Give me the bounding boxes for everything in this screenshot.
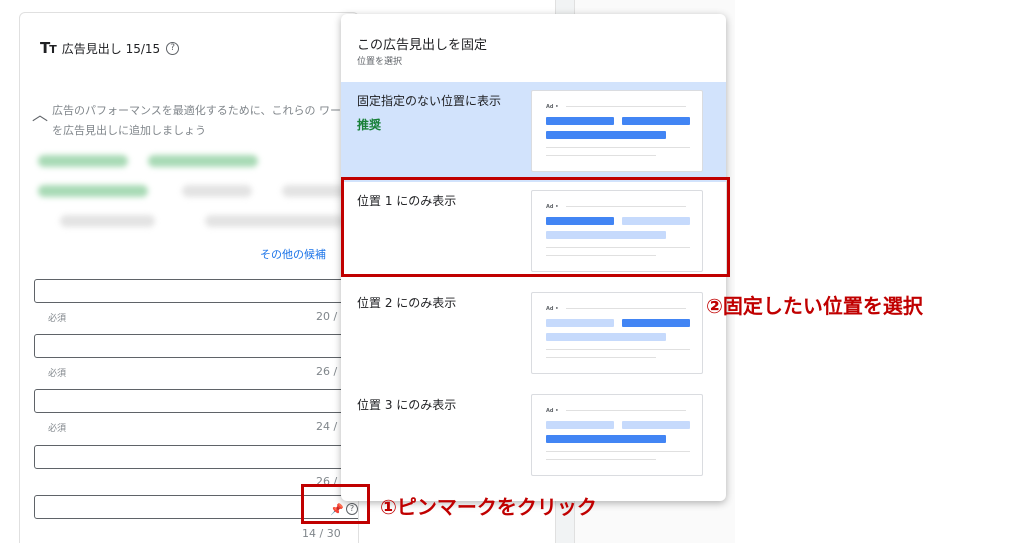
preview-ad-label: Ad •	[546, 306, 559, 312]
preview-ad-label: Ad •	[546, 104, 559, 110]
required-label: 必須	[48, 424, 67, 434]
option-label: 位置 2 にのみ表示	[357, 296, 457, 310]
card-header: TT 広告見出し 15/15 ?	[40, 39, 180, 57]
headline-input[interactable]	[34, 334, 358, 358]
option-position-3[interactable]: 位置 3 にのみ表示 Ad •	[341, 386, 726, 486]
suggestion-chip[interactable]	[60, 215, 155, 227]
recommended-badge: 推奨	[357, 118, 382, 132]
card-title: 広告見出し 15/15	[61, 41, 161, 56]
option-label: 位置 3 にのみ表示	[357, 398, 457, 412]
more-suggestions-link[interactable]: その他の候補	[260, 246, 326, 262]
suggestion-chip[interactable]	[38, 185, 148, 197]
suggestion-chip[interactable]	[38, 155, 128, 167]
help-icon[interactable]: ?	[166, 41, 180, 55]
option-position-2[interactable]: 位置 2 にのみ表示 Ad •	[341, 284, 726, 384]
suggestion-chip[interactable]	[205, 215, 345, 227]
required-label: 必須	[48, 369, 67, 379]
suggestion-chip[interactable]	[182, 185, 252, 197]
char-count: 26 /	[316, 365, 338, 378]
highlight-box-pin	[301, 484, 370, 524]
headline-input[interactable]	[34, 445, 358, 469]
option-label: 固定指定のない位置に表示	[357, 94, 502, 108]
headline-input[interactable]	[34, 389, 358, 413]
chevron-up-icon[interactable]: ︿	[32, 101, 48, 125]
ad-preview: Ad •	[531, 292, 703, 374]
ad-preview: Ad •	[531, 394, 703, 476]
annotation-step2: ②固定したい位置を選択	[706, 294, 923, 318]
highlight-box-position-1	[341, 177, 730, 277]
preview-ad-label: Ad •	[546, 408, 559, 414]
suggestion-chip[interactable]	[148, 155, 258, 167]
suggestion-text: 広告のパフォーマンスを最適化するために、これらの ワードを広告見出しに追加しまし…	[52, 104, 352, 137]
option-unpinned[interactable]: 固定指定のない位置に表示 推奨 Ad •	[341, 82, 726, 182]
text-format-icon: TT	[40, 39, 57, 57]
menu-title: この広告見出しを固定	[357, 38, 488, 53]
ad-preview: Ad •	[531, 90, 703, 172]
char-count: 20 /	[316, 310, 338, 323]
annotation-step1: ①ピンマークをクリック	[380, 495, 597, 519]
required-label: 必須	[48, 314, 67, 324]
headline-card: TT 広告見出し 15/15 ? ︿ 広告のパフォーマンスを最適化するために、こ…	[19, 12, 359, 543]
char-count: 24 /	[316, 420, 338, 433]
char-count: 14 / 30	[302, 527, 341, 540]
menu-subtitle: 位置を選択	[357, 57, 403, 67]
headline-input[interactable]	[34, 279, 358, 303]
